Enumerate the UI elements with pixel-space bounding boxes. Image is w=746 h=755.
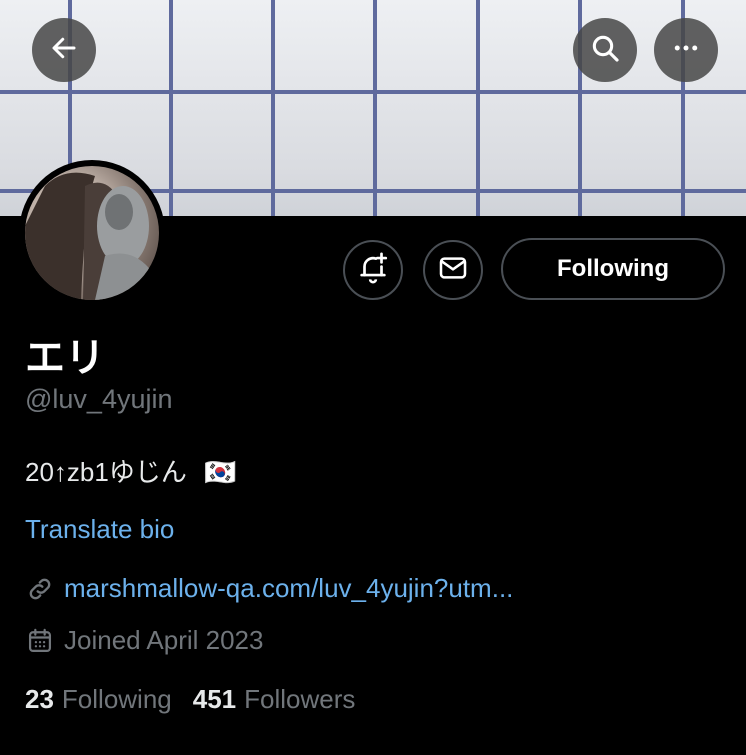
- joined-date: Joined April 2023: [64, 625, 264, 655]
- translate-bio-link[interactable]: Translate bio: [25, 514, 174, 545]
- more-button[interactable]: [654, 18, 718, 82]
- arrow-left-icon: [49, 33, 79, 68]
- profile-bio: 20↑zb1ゆじん 🇰🇷: [25, 452, 236, 489]
- notify-button[interactable]: [343, 240, 403, 300]
- message-button[interactable]: [423, 240, 483, 300]
- search-icon: [589, 32, 621, 69]
- profile-link[interactable]: marshmallow-qa.com/luv_4yujin?utm...: [64, 573, 513, 604]
- bell-plus-icon: [356, 251, 390, 290]
- banner-grid-line: [373, 0, 377, 216]
- more-horizontal-icon: [671, 33, 701, 68]
- followers-count: 451: [192, 684, 237, 714]
- banner-grid-line: [0, 90, 746, 94]
- avatar[interactable]: [19, 160, 165, 306]
- display-name: エリ: [25, 336, 105, 380]
- profile-link-row: marshmallow-qa.com/luv_4yujin?utm...: [25, 573, 513, 604]
- calendar-icon: [25, 626, 55, 656]
- banner-grid-line: [476, 0, 480, 216]
- following-button[interactable]: Following: [501, 238, 725, 300]
- following-stat[interactable]: 23 Following: [25, 684, 172, 715]
- joined-row: Joined April 2023: [25, 625, 263, 656]
- envelope-icon: [437, 252, 469, 289]
- banner-grid-line: [169, 0, 173, 216]
- following-count: 23: [25, 684, 54, 714]
- following-label: Following: [61, 684, 172, 714]
- link-icon: [25, 574, 55, 604]
- search-button[interactable]: [573, 18, 637, 82]
- profile-handle: @luv_4yujin: [25, 384, 173, 414]
- bio-flag: 🇰🇷: [204, 457, 237, 487]
- bio-text: 20↑zb1ゆじん: [25, 457, 187, 487]
- followers-stat[interactable]: 451 Followers: [193, 684, 356, 715]
- banner-grid-line: [271, 0, 275, 216]
- followers-label: Followers: [244, 684, 356, 714]
- avatar-image: [25, 166, 159, 300]
- follow-stats: 23 Following 451 Followers: [25, 684, 355, 715]
- back-button[interactable]: [32, 18, 96, 82]
